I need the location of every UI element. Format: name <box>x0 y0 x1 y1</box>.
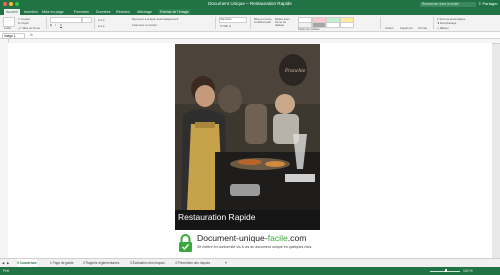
merge-center-button[interactable]: Fusionner et centrer <box>132 23 157 27</box>
zoom-slider-knob[interactable] <box>445 269 447 273</box>
delete-cells-button[interactable]: Supprimer <box>400 26 413 30</box>
align-left-icon[interactable]: ≡ ≡ ≡ <box>98 18 104 22</box>
underline-button[interactable]: S <box>60 23 62 27</box>
autosum-label: Somme automatique <box>439 16 466 21</box>
sheet-tab-page-de-garde[interactable]: 1 Page de garde <box>50 259 74 267</box>
autosum-button[interactable]: Σ Somme automatique <box>437 17 465 21</box>
sheet-nav-next[interactable]: ▶ <box>7 259 9 267</box>
copy-button[interactable]: ⧉ Copier <box>18 21 29 25</box>
ribbon-divider <box>94 17 95 29</box>
bold-button[interactable]: G <box>50 23 52 27</box>
indent-icon[interactable]: ≡ ≡ ≡ <box>98 24 104 28</box>
format-cells-button[interactable]: Format <box>418 26 427 30</box>
add-sheet-button[interactable]: + <box>225 259 227 267</box>
conditional-format-button[interactable]: Mise en forme conditionnelle <box>254 17 272 24</box>
ribbon: Coller ✂ Couper ⧉ Copier 🖌 Mise en forme… <box>0 15 500 32</box>
sheet-nav-prev[interactable]: ◀ <box>2 259 4 267</box>
status-text: Prêt <box>3 268 10 273</box>
font-size-select[interactable] <box>82 17 92 23</box>
share-button[interactable]: ⇧ Partager <box>478 1 498 6</box>
ribbon-divider <box>433 17 434 29</box>
paste-button[interactable]: Coller <box>4 26 11 30</box>
italic-button[interactable]: I <box>55 23 56 27</box>
zoom-level: 100 % <box>463 268 473 273</box>
brand-part-2: facile <box>267 233 288 243</box>
ribbon-divider <box>46 17 47 29</box>
format-painter-label: Mise en forme <box>22 25 41 30</box>
share-label: Partager <box>482 1 498 6</box>
formula-bar: Image 1 fx <box>0 32 500 39</box>
status-bar: Prêt 100 % <box>0 267 500 275</box>
insert-cells-button[interactable]: Insérer <box>385 26 394 30</box>
format-as-table-button[interactable]: Mettre sous forme de tableau <box>275 17 293 28</box>
cell-style-explain[interactable] <box>326 22 340 28</box>
fill-button[interactable]: ⬇ Remplissage <box>437 21 456 25</box>
ribbon-divider <box>380 17 381 29</box>
restaurant-photo-svg: Franchie <box>175 44 320 210</box>
cut-button[interactable]: ✂ Couper <box>18 17 30 21</box>
restaurant-photo: Franchie <box>175 44 320 210</box>
lock-icon <box>179 234 192 252</box>
cell-styles-button[interactable]: Styles de cellules <box>298 27 320 31</box>
share-icon: ⇧ <box>478 1 482 6</box>
ribbon-divider <box>215 17 216 29</box>
title-bar: Document Unique – Restauration Rapide Re… <box>0 0 500 9</box>
fx-icon[interactable]: fx <box>30 33 33 37</box>
format-painter-button[interactable]: 🖌 Mise en forme <box>18 26 40 30</box>
sheet-tab-evaluation[interactable]: 3 Évaluation des risques <box>130 259 165 267</box>
brand-name: Document-unique-facile.com <box>197 233 306 243</box>
clear-label: Effacer <box>439 25 449 30</box>
fill-label: Remplissage <box>440 21 457 25</box>
number-format-value: Standard <box>220 17 232 22</box>
sheet-tab-rappels[interactable]: 2 Rappels réglementaires <box>83 259 119 267</box>
wrap-text-button[interactable]: Renvoyer à la ligne automatiquement <box>132 17 178 21</box>
ribbon-divider <box>250 17 251 29</box>
brand-part-3: .com <box>287 233 307 243</box>
percent-icon[interactable]: % 000 ,0 <box>220 24 231 28</box>
cover-image[interactable]: Franchie Restauration Rapide Document-un… <box>175 44 320 259</box>
brand-part-1: Document-unique- <box>197 233 268 243</box>
cover-title: Restauration Rapide <box>178 212 256 222</box>
cell-style-input[interactable] <box>340 22 354 28</box>
svg-text:Franchie: Franchie <box>284 68 306 74</box>
brand-tagline: Se mettre en conformité vis à vis du doc… <box>197 245 313 249</box>
clear-button[interactable]: ◇ Effacer <box>437 26 449 30</box>
cut-label: Couper <box>21 16 31 21</box>
copy-label: Copier <box>20 21 30 25</box>
sheet-search-input[interactable]: Rechercher dans la feuille <box>420 1 476 7</box>
sheet-tab-prevention[interactable]: 4 Prévention des risques <box>175 259 210 267</box>
